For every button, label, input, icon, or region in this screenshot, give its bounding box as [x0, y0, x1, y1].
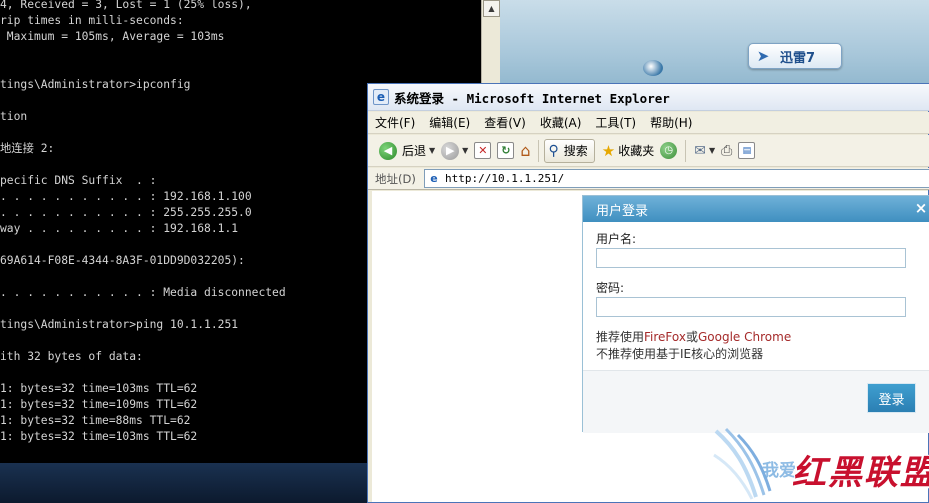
mail-icon: ✉ — [694, 142, 706, 159]
history-button[interactable]: ◷ — [657, 139, 680, 163]
login-footer: 登录 — [583, 370, 929, 433]
back-button[interactable]: ◀ 后退 ▼ — [376, 139, 438, 163]
search-icon: ⚲ — [548, 142, 559, 159]
xunlei-shortcut[interactable]: ➤ 迅雷7 — [748, 43, 842, 69]
search-label: 搜索 — [563, 144, 588, 158]
back-arrow-icon: ◀ — [379, 141, 397, 160]
ie-logo-icon: e — [373, 89, 389, 105]
toolbar-separator — [685, 139, 687, 162]
menu-view[interactable]: 查看(V) — [484, 114, 526, 131]
desktop-wallpaper — [500, 0, 929, 90]
toolbar-separator — [538, 139, 540, 162]
password-field[interactable] — [596, 297, 906, 317]
ie-window: e 系统登录 - Microsoft Internet Explorer 文件(… — [367, 83, 929, 503]
menu-edit[interactable]: 编辑(E) — [429, 114, 470, 131]
back-label: 后退 — [402, 144, 427, 158]
print-button[interactable]: ⎙ — [718, 139, 735, 163]
standard-toolbar: ◀ 后退 ▼ ▶ ▼ ✕ ↻ ⌂ ⚲ 搜索 ★ 收藏夹 ◷ ✉ ▼ ⎙ ▤ — [368, 135, 929, 167]
menu-file[interactable]: 文件(F) — [375, 114, 415, 131]
favorites-button[interactable]: ★ 收藏夹 — [599, 139, 657, 163]
chrome-label: Google Chrome — [698, 330, 792, 344]
menu-favorites[interactable]: 收藏(A) — [540, 114, 582, 131]
xunlei-label: 迅雷7 — [780, 50, 816, 66]
menu-help[interactable]: 帮助(H) — [650, 114, 692, 131]
menu-tools[interactable]: 工具(T) — [595, 114, 636, 131]
window-title: 系统登录 - Microsoft Internet Explorer — [394, 90, 670, 106]
browser-warning: 不推荐使用基于IE核心的浏览器 — [596, 347, 764, 361]
favorites-label: 收藏夹 — [618, 144, 655, 158]
star-icon: ★ — [601, 141, 616, 160]
console-line: Maximum = 105ms, Average = 103ms — [0, 30, 225, 43]
scroll-up-arrow-icon[interactable]: ▲ — [483, 0, 500, 17]
note-prefix: 推荐使用 — [596, 330, 645, 344]
menu-bar: 文件(F) 编辑(E) 查看(V) 收藏(A) 工具(T) 帮助(H) — [368, 112, 929, 134]
history-icon: ◷ — [660, 142, 678, 159]
refresh-button[interactable]: ↻ — [494, 139, 517, 163]
back-dropdown-icon[interactable]: ▼ — [429, 146, 435, 155]
forward-arrow-icon: ▶ — [441, 141, 460, 160]
watermark-url: www.2CTO.com — [798, 485, 907, 498]
search-button[interactable]: ⚲ 搜索 — [544, 138, 595, 163]
watermark-small-text: 我爱 — [762, 461, 796, 481]
close-icon[interactable]: × — [912, 198, 929, 218]
login-title: 用户登录 — [596, 203, 649, 219]
login-dialog: 用户登录 × 用户名: 密码: 推荐使用FireFox或Google Chrom… — [582, 195, 929, 433]
refresh-icon: ↻ — [497, 142, 515, 159]
ie-title-bar[interactable]: e 系统登录 - Microsoft Internet Explorer — [368, 84, 929, 111]
desktop-background-strip — [0, 463, 370, 503]
firefox-label: FireFox — [644, 330, 686, 344]
forward-button[interactable]: ▶ ▼ — [438, 139, 471, 163]
note-or: 或 — [685, 330, 698, 344]
stop-button[interactable]: ✕ — [471, 139, 494, 163]
page-icon: e — [430, 172, 438, 185]
mail-button[interactable]: ✉ ▼ — [691, 139, 718, 163]
username-label: 用户名: — [596, 232, 637, 246]
console-line: 4, Received = 3, Lost = 1 (25% loss), — [0, 0, 252, 11]
water-drop-icon — [643, 60, 663, 76]
address-url[interactable]: http://10.1.1.251/ — [445, 172, 564, 185]
home-icon: ⌂ — [520, 141, 531, 160]
forward-dropdown-icon[interactable]: ▼ — [462, 146, 468, 155]
stop-icon: ✕ — [474, 142, 492, 159]
console-line: rip times in milli-seconds: — [0, 14, 184, 27]
login-button[interactable]: 登录 — [867, 383, 916, 413]
edit-page-icon: ▤ — [738, 142, 756, 159]
home-button[interactable]: ⌂ — [517, 139, 533, 163]
desktop: 4, Received = 3, Lost = 1 (25% loss), rip… — [0, 0, 929, 503]
mail-dropdown-icon[interactable]: ▼ — [709, 146, 715, 155]
browser-notes: 推荐使用FireFox或Google Chrome 不推荐使用基于IE核心的浏览… — [596, 329, 791, 363]
username-field[interactable] — [596, 248, 906, 268]
address-label: 地址(D) — [375, 171, 416, 186]
password-label: 密码: — [596, 281, 625, 295]
xunlei-bird-icon: ➤ — [756, 47, 770, 65]
edit-button[interactable]: ▤ — [735, 139, 758, 163]
browser-recommendation: 推荐使用FireFox或Google Chrome — [596, 329, 791, 346]
address-input[interactable]: e http://10.1.1.251/ — [424, 169, 929, 188]
print-icon: ⎙ — [721, 142, 733, 159]
login-header: 用户登录 × — [583, 196, 929, 222]
address-bar: 地址(D) e http://10.1.1.251/ — [368, 168, 929, 190]
